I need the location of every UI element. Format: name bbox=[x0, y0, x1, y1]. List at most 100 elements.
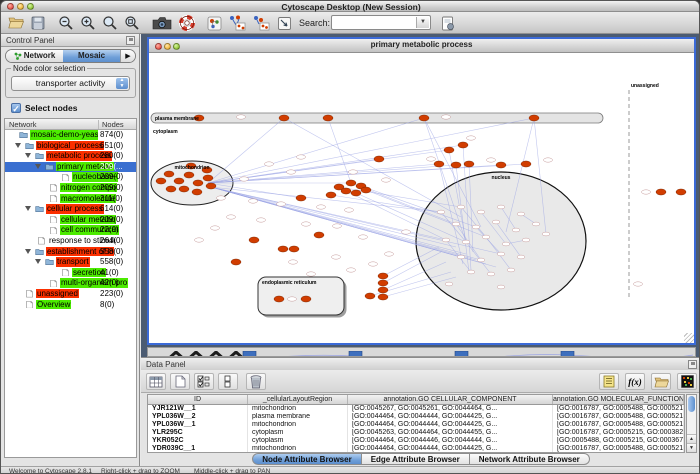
table-column-header[interactable]: annotation.GO CELLULAR_COMPONENT bbox=[348, 395, 553, 404]
selected-network-node[interactable] bbox=[341, 188, 351, 194]
selected-network-node[interactable] bbox=[378, 273, 388, 279]
network-node[interactable] bbox=[382, 178, 391, 182]
selected-network-node[interactable] bbox=[458, 142, 468, 148]
network-node[interactable] bbox=[442, 115, 451, 119]
selected-network-node[interactable] bbox=[529, 115, 539, 121]
network-node[interactable] bbox=[477, 258, 485, 262]
float-panel-icon[interactable] bbox=[126, 36, 135, 45]
selected-network-node[interactable] bbox=[361, 187, 371, 193]
selected-network-node[interactable] bbox=[378, 280, 388, 286]
zoom-in-icon[interactable] bbox=[79, 14, 97, 32]
network-node[interactable] bbox=[467, 136, 476, 140]
network-node[interactable] bbox=[467, 270, 475, 274]
selected-network-node[interactable] bbox=[323, 115, 333, 121]
network-edge[interactable] bbox=[208, 118, 424, 183]
network-node[interactable] bbox=[195, 238, 204, 242]
zoom-selected-icon[interactable] bbox=[123, 14, 141, 32]
table-row[interactable]: YPL036W__1mitochondrion[GO:0044464, GO:0… bbox=[148, 421, 684, 429]
scroll-down-icon[interactable]: ▼ bbox=[687, 443, 696, 452]
selected-network-node[interactable] bbox=[521, 161, 531, 167]
selected-network-node[interactable] bbox=[378, 287, 388, 293]
network-node[interactable] bbox=[333, 224, 342, 228]
network-edge[interactable] bbox=[211, 187, 441, 212]
selected-network-node[interactable] bbox=[249, 237, 259, 243]
unselect-all-attributes-icon[interactable] bbox=[218, 373, 238, 390]
window-resize-grip[interactable] bbox=[684, 333, 694, 343]
tree-row[interactable]: response to stimulu264(0) bbox=[5, 236, 136, 247]
selected-network-node[interactable] bbox=[451, 162, 461, 168]
network-node[interactable] bbox=[349, 170, 358, 174]
network-node[interactable] bbox=[482, 235, 490, 239]
network-node[interactable] bbox=[544, 158, 553, 162]
selected-network-node[interactable] bbox=[192, 189, 202, 195]
search-input[interactable]: ▼ bbox=[331, 15, 431, 30]
network-node[interactable] bbox=[288, 297, 297, 301]
selected-network-node[interactable] bbox=[179, 186, 189, 192]
selected-network-node[interactable] bbox=[279, 115, 289, 121]
network-node[interactable] bbox=[257, 218, 266, 222]
vizmapper-icon[interactable] bbox=[205, 14, 223, 32]
network-node[interactable] bbox=[217, 196, 226, 200]
network-node[interactable] bbox=[502, 242, 510, 246]
network-node[interactable] bbox=[385, 252, 394, 256]
selected-network-node[interactable] bbox=[206, 183, 216, 189]
tab-network-attribute-browser[interactable]: Network Attribute Browser bbox=[470, 453, 590, 465]
zoom-out-icon[interactable] bbox=[57, 14, 75, 32]
disclosure-triangle-icon[interactable] bbox=[15, 143, 21, 148]
tree-row[interactable]: establishment of lo558(0) bbox=[5, 247, 136, 258]
tree-row[interactable]: macromolecule311(0) bbox=[5, 194, 136, 205]
network-node[interactable] bbox=[359, 235, 368, 239]
network-node[interactable] bbox=[347, 268, 356, 272]
open-file-icon[interactable] bbox=[7, 14, 25, 32]
table-row[interactable]: YDR039C__1mitochondrion[GO:0044464, GO:0… bbox=[148, 445, 684, 453]
network-node[interactable] bbox=[634, 282, 643, 286]
selected-network-node[interactable] bbox=[166, 186, 176, 192]
network-view-window[interactable]: primary metabolic process plasma membran… bbox=[147, 37, 696, 345]
disclosure-triangle-icon[interactable] bbox=[35, 259, 41, 264]
network-node[interactable] bbox=[477, 210, 485, 214]
tab-node-attribute-browser[interactable]: Node Attribute Browser bbox=[252, 453, 362, 465]
tab-edge-attribute-browser[interactable]: Edge Attribute Browser bbox=[362, 453, 470, 465]
selected-network-node[interactable] bbox=[351, 190, 361, 196]
network-node[interactable] bbox=[487, 158, 496, 162]
select-all-attributes-icon[interactable] bbox=[194, 373, 214, 390]
network-node[interactable] bbox=[302, 222, 311, 226]
network-node[interactable] bbox=[227, 215, 236, 219]
save-icon[interactable] bbox=[29, 14, 47, 32]
help-icon[interactable] bbox=[178, 14, 196, 32]
network-node[interactable] bbox=[457, 205, 465, 209]
network-node[interactable] bbox=[517, 255, 525, 259]
network-node[interactable] bbox=[507, 268, 515, 272]
attribute-list-icon[interactable] bbox=[599, 373, 619, 390]
network-node[interactable] bbox=[472, 225, 480, 229]
table-column-header[interactable]: annotation.GO MOLECULAR_FUNCTION bbox=[553, 395, 684, 404]
tree-row[interactable]: primary metabo209(... bbox=[5, 162, 136, 173]
network-node[interactable] bbox=[497, 285, 505, 289]
table-row[interactable]: YPL036W__2plasma membrane[GO:0044464, GO… bbox=[148, 413, 684, 421]
network-node[interactable] bbox=[332, 255, 341, 259]
network-node[interactable] bbox=[317, 205, 326, 209]
network-node[interactable] bbox=[487, 272, 495, 276]
search-dropdown-arrow-icon[interactable]: ▼ bbox=[416, 17, 429, 28]
disclosure-triangle-icon[interactable] bbox=[25, 153, 31, 158]
selected-network-node[interactable] bbox=[656, 189, 666, 195]
tree-row[interactable]: Overview8(0) bbox=[5, 300, 136, 311]
network-node[interactable] bbox=[462, 240, 470, 244]
selected-network-node[interactable] bbox=[301, 296, 311, 302]
table-row[interactable]: YLR295Ccytoplasm[GO:0045263, GO:0044464,… bbox=[148, 429, 684, 437]
tree-row[interactable]: nitrogen compo209(0) bbox=[5, 183, 136, 194]
annotation-icon[interactable] bbox=[275, 14, 293, 32]
apply-layout-icon[interactable] bbox=[227, 14, 247, 32]
network-node[interactable] bbox=[240, 177, 249, 181]
table-row[interactable]: YKR052Ccytoplasm[GO:0044464, GO:0044446,… bbox=[148, 437, 684, 445]
network-node[interactable] bbox=[542, 232, 550, 236]
tab-mosaic[interactable]: Mosaic bbox=[63, 50, 120, 62]
tree-row[interactable]: multi-organism pro42(0) bbox=[5, 278, 136, 289]
network-canvas[interactable]: plasma membranecytoplasmmitochondrionnuc… bbox=[149, 53, 694, 343]
network-node[interactable] bbox=[452, 222, 460, 226]
select-nodes-checkbox[interactable]: ✓ bbox=[11, 103, 21, 113]
selected-network-node[interactable] bbox=[365, 293, 375, 299]
selected-network-node[interactable] bbox=[378, 294, 388, 300]
network-node[interactable] bbox=[427, 157, 436, 161]
disclosure-triangle-icon[interactable] bbox=[25, 206, 31, 211]
